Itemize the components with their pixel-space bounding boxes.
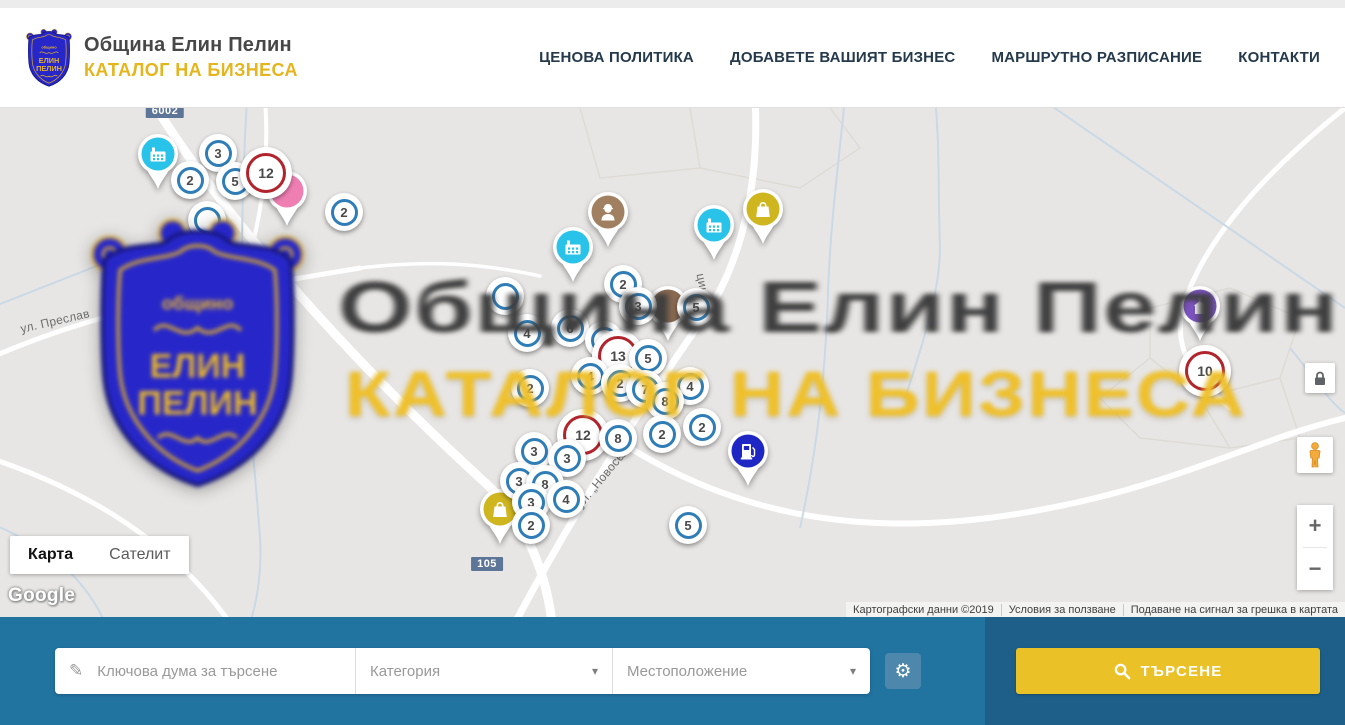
- zoom-out-button[interactable]: −: [1297, 548, 1333, 590]
- attribution-report-error-link[interactable]: Подаване на сигнал за грешка в картата: [1123, 604, 1345, 616]
- site-subtitle: КАТАЛОГ НА БИЗНЕСА: [84, 60, 298, 81]
- svg-text:общино: общино: [41, 44, 57, 49]
- street-view-pegman[interactable]: [1297, 437, 1333, 473]
- map-type-control: Карта Сателит: [10, 536, 189, 574]
- map-cluster-marker[interactable]: [486, 277, 524, 315]
- search-bar: ✎ Категория ▾ Местоположение ▾ ⚙ ТЪРСЕНЕ: [0, 617, 1345, 725]
- map-cluster-marker[interactable]: [188, 201, 226, 239]
- lock-icon: [1313, 371, 1327, 386]
- attribution-terms-link[interactable]: Условия за ползване: [1001, 604, 1123, 616]
- nav-contacts[interactable]: КОНТАКТИ: [1238, 49, 1320, 66]
- nav-add-your-business[interactable]: ДОБАВЕТЕ ВАШИЯТ БИЗНЕС: [730, 49, 955, 66]
- map-cluster-marker[interactable]: 2: [643, 415, 681, 453]
- map-cluster-marker[interactable]: 6: [551, 309, 589, 347]
- map-attribution: Картографски данни ©2019 Условия за полз…: [846, 602, 1345, 617]
- search-icon: [1114, 663, 1131, 680]
- road-label: 105: [471, 557, 503, 571]
- map-cluster-marker[interactable]: 5: [677, 288, 715, 326]
- map-cluster-marker[interactable]: 2: [511, 369, 549, 407]
- map-type-satellite-button[interactable]: Сателит: [91, 536, 188, 574]
- road-label: 6002: [146, 108, 184, 118]
- municipality-crest-logo: общино ЕЛИН ПЕЛИН: [25, 28, 73, 88]
- map-pin-bag[interactable]: [740, 187, 786, 247]
- lock-button[interactable]: [1305, 363, 1335, 393]
- search-button-label: ТЪРСЕНЕ: [1141, 663, 1223, 680]
- google-logo: Google: [8, 585, 75, 607]
- category-dropdown[interactable]: Категория ▾: [355, 648, 612, 694]
- map-pin-church[interactable]: [1177, 284, 1223, 344]
- main-nav: ЦЕНОВА ПОЛИТИКА ДОБАВЕТЕ ВАШИЯТ БИЗНЕС М…: [539, 49, 1320, 66]
- category-dropdown-label: Категория: [370, 663, 584, 680]
- map-pin-factory[interactable]: [691, 203, 737, 263]
- map-pin-factory[interactable]: [550, 225, 596, 285]
- map-cluster-marker[interactable]: 10: [1179, 345, 1231, 397]
- map-cluster-marker[interactable]: 8: [599, 419, 637, 457]
- keyword-field[interactable]: ✎: [55, 648, 355, 694]
- chevron-down-icon: ▾: [592, 664, 598, 678]
- map-canvas[interactable]: 6002105ул. Преславбул. „Новоселции“: [0, 108, 1345, 617]
- map-cluster-marker[interactable]: 2: [683, 408, 721, 446]
- nav-route-schedule[interactable]: МАРШРУТНО РАЗПИСАНИЕ: [991, 49, 1202, 66]
- attribution-copyright: Картографски данни ©2019: [846, 604, 1001, 616]
- zoom-in-button[interactable]: +: [1297, 505, 1333, 547]
- map-cluster-marker[interactable]: 2: [512, 506, 550, 544]
- chevron-down-icon: ▾: [850, 664, 856, 678]
- site-title: Община Елин Пелин: [84, 34, 298, 57]
- search-fields-group: ✎ Категория ▾ Местоположение ▾: [55, 648, 870, 694]
- map-cluster-marker[interactable]: 2: [325, 193, 363, 231]
- map-pin-fuel[interactable]: [725, 429, 771, 489]
- location-dropdown-label: Местоположение: [627, 663, 842, 680]
- gear-icon: ⚙: [894, 660, 911, 683]
- pegman-icon: [1306, 442, 1324, 468]
- search-button[interactable]: ТЪРСЕНЕ: [1016, 648, 1320, 694]
- map-cluster-marker[interactable]: 12: [240, 147, 292, 199]
- map-cluster-marker[interactable]: 3: [619, 287, 657, 325]
- svg-text:ПЕЛИН: ПЕЛИН: [36, 63, 62, 72]
- map-cluster-marker[interactable]: 4: [547, 480, 585, 518]
- map-cluster-marker[interactable]: 5: [669, 506, 707, 544]
- map-cluster-marker[interactable]: 2: [171, 161, 209, 199]
- page-top-strip: [0, 0, 1345, 8]
- location-dropdown[interactable]: Местоположение ▾: [612, 648, 870, 694]
- zoom-control: + −: [1297, 505, 1333, 590]
- advanced-settings-button[interactable]: ⚙: [885, 653, 921, 689]
- brand[interactable]: общино ЕЛИН ПЕЛИН Община Елин Пелин КАТА…: [25, 28, 298, 88]
- header: общино ЕЛИН ПЕЛИН Община Елин Пелин КАТА…: [0, 8, 1345, 108]
- map-cluster-marker[interactable]: 4: [508, 314, 546, 352]
- pencil-icon: ✎: [69, 661, 83, 681]
- nav-pricing-policy[interactable]: ЦЕНОВА ПОЛИТИКА: [539, 49, 694, 66]
- keyword-input[interactable]: [95, 662, 341, 681]
- map-type-map-button[interactable]: Карта: [10, 536, 91, 574]
